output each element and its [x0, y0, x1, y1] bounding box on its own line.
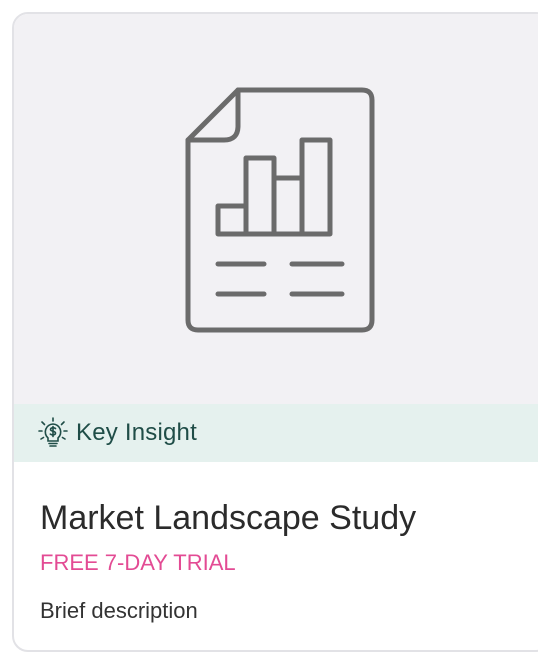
free-trial-label: FREE 7-DAY TRIAL — [40, 550, 236, 575]
product-card[interactable]: Key Insight Market Landscape Study FREE … — [12, 12, 538, 652]
card-image — [14, 14, 538, 404]
card-description: Brief description — [40, 598, 198, 623]
key-insight-badge: Key Insight — [14, 404, 538, 462]
lightbulb-dollar-icon — [38, 417, 68, 447]
key-insight-label: Key Insight — [76, 419, 197, 446]
card-title[interactable]: Market Landscape Study — [40, 498, 538, 538]
card-body: Market Landscape Study FREE 7-DAY TRIAL … — [40, 462, 538, 624]
report-chart-document-icon — [185, 87, 375, 333]
